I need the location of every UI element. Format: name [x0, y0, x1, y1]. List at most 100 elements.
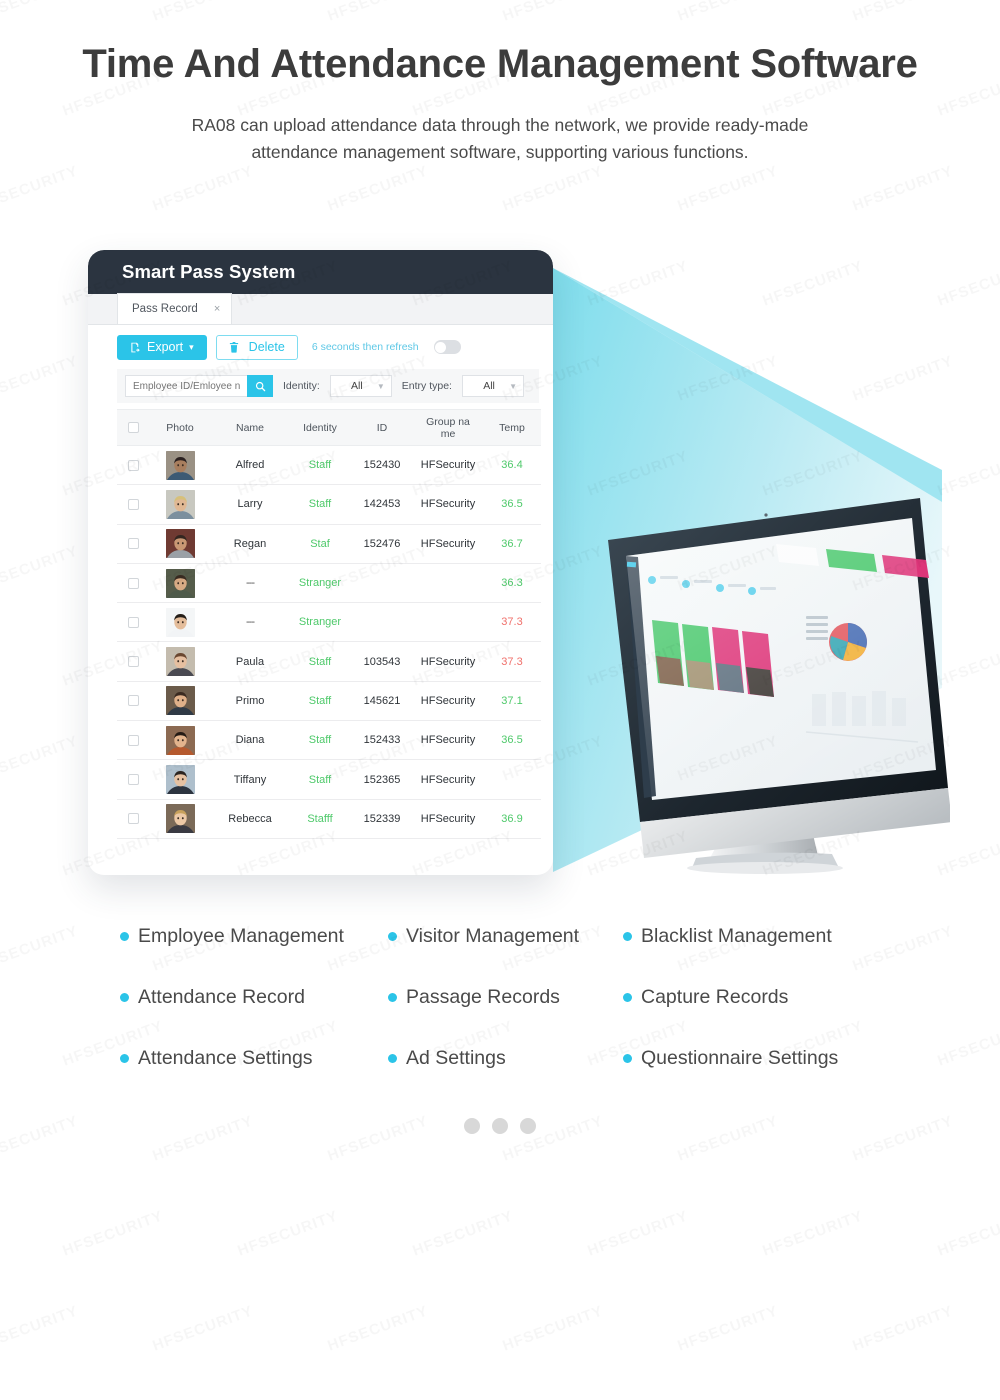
- table-row[interactable]: Diana Staff 152433 HFSecurity 36.5: [117, 721, 541, 761]
- entry-type-filter-label: Entry type:: [401, 380, 452, 392]
- cell-name: Larry: [237, 498, 263, 511]
- feature-item: Ad Settings: [388, 1047, 623, 1070]
- row-checkbox[interactable]: [117, 695, 149, 707]
- export-icon: [131, 342, 140, 352]
- cell-group-name: HFSecurity: [420, 773, 476, 786]
- cell-group-name: HFSecurity: [420, 655, 476, 668]
- pager-dot[interactable]: [492, 1118, 508, 1134]
- feature-label: Employee Management: [138, 925, 344, 947]
- watermark-text: HFSECURITY: [60, 1207, 165, 1259]
- watermark-text: HFSECURITY: [410, 1207, 515, 1259]
- cell-name: Alfred: [235, 459, 265, 472]
- column-header-id: ID: [376, 421, 388, 434]
- cell-identity: Staff: [308, 694, 332, 707]
- watermark-text: HFSECURITY: [0, 542, 81, 594]
- row-checkbox[interactable]: [117, 459, 149, 471]
- row-checkbox[interactable]: [117, 813, 149, 825]
- feature-item: Employee Management: [120, 925, 388, 948]
- row-checkbox[interactable]: [117, 656, 149, 668]
- cell-temp: 36.9: [501, 812, 523, 825]
- cell-temp: 36.7: [501, 537, 523, 550]
- bullet-icon: [388, 993, 397, 1002]
- bullet-icon: [623, 932, 632, 941]
- bullet-icon: [388, 1054, 397, 1063]
- cell-temp: 36.5: [501, 734, 523, 747]
- feature-item: Questionnaire Settings: [623, 1047, 883, 1070]
- column-header-group-name: Group na me: [426, 415, 470, 440]
- bullet-icon: [388, 932, 397, 941]
- feature-label: Visitor Management: [406, 925, 580, 947]
- identity-filter-select[interactable]: All ▼: [329, 375, 392, 397]
- watermark-text: HFSECURITY: [585, 257, 690, 309]
- feature-item: Attendance Settings: [120, 1047, 388, 1070]
- cell-id: 152476: [363, 537, 401, 550]
- bullet-icon: [120, 1054, 129, 1063]
- feature-label: Passage Records: [406, 986, 560, 1008]
- watermark-text: HFSECURITY: [0, 352, 81, 404]
- export-button[interactable]: Export ▾: [117, 334, 207, 360]
- table-row[interactable]: Primo Staff 145621 HFSecurity 37.1: [117, 682, 541, 722]
- feature-item: Capture Records: [623, 986, 883, 1009]
- cell-id: 152430: [363, 459, 401, 472]
- chevron-down-icon: ▼: [509, 381, 517, 391]
- trash-icon: [229, 341, 238, 353]
- search-icon: [255, 381, 265, 391]
- feature-label: Capture Records: [641, 986, 789, 1008]
- close-icon[interactable]: ×: [214, 303, 220, 315]
- watermark-text: HFSECURITY: [0, 922, 81, 974]
- row-checkbox[interactable]: [117, 734, 149, 746]
- table-row[interactable]: --- Stranger 36.3: [117, 564, 541, 604]
- row-checkbox[interactable]: [117, 577, 149, 589]
- table-row[interactable]: --- Stranger 37.3: [117, 603, 541, 643]
- cell-identity: Stranger: [298, 577, 342, 590]
- feature-label: Attendance Settings: [138, 1047, 313, 1069]
- cell-identity: Staff: [308, 734, 332, 747]
- table-row[interactable]: Tiffany Staff 152365 HFSecurity: [117, 760, 541, 800]
- cell-name: Tiffany: [233, 773, 267, 786]
- smart-pass-system-window: Smart Pass System Pass Record × Export ▾…: [88, 250, 553, 875]
- delete-button[interactable]: Delete: [215, 334, 298, 360]
- watermark-text: HFSECURITY: [0, 732, 81, 784]
- column-header-name: Name: [235, 421, 264, 434]
- cell-group-name: HFSecurity: [420, 537, 476, 550]
- watermark-text: HFSECURITY: [0, 162, 81, 214]
- avatar: [165, 725, 195, 755]
- cell-group-name: HFSecurity: [420, 734, 476, 747]
- watermark-text: HFSECURITY: [850, 0, 955, 25]
- table-row[interactable]: Larry Staff 142453 HFSecurity 36.5: [117, 485, 541, 525]
- row-checkbox[interactable]: [117, 538, 149, 550]
- identity-filter-value: All: [350, 380, 363, 392]
- watermark-text: HFSECURITY: [585, 1207, 690, 1259]
- watermark-text: HFSECURITY: [675, 162, 780, 214]
- select-all-checkbox[interactable]: [117, 422, 149, 433]
- avatar: [165, 450, 195, 480]
- tab-pass-record[interactable]: Pass Record ×: [117, 293, 233, 324]
- row-checkbox[interactable]: [117, 616, 149, 628]
- cell-id: 103543: [363, 655, 401, 668]
- bullet-icon: [120, 993, 129, 1002]
- row-checkbox[interactable]: [117, 498, 149, 510]
- table-row[interactable]: Alfred Staff 152430 HFSecurity 36.4: [117, 446, 541, 486]
- avatar: [165, 647, 195, 677]
- watermark-text: HFSECURITY: [935, 1207, 1000, 1259]
- row-checkbox[interactable]: [117, 774, 149, 786]
- table-row[interactable]: Regan Staf 152476 HFSecurity 36.7: [117, 525, 541, 564]
- search-input[interactable]: [125, 375, 247, 397]
- pager-dot[interactable]: [520, 1118, 536, 1134]
- avatar: [165, 765, 195, 795]
- auto-refresh-toggle[interactable]: [433, 340, 461, 354]
- avatar: [165, 489, 195, 519]
- pager-dot[interactable]: [464, 1118, 480, 1134]
- desktop-monitor-illustration: [608, 498, 950, 874]
- delete-label: Delete: [248, 340, 285, 354]
- feature-list: Employee Management Visitor Management Bla…: [120, 925, 880, 1070]
- cell-name: ---: [246, 577, 255, 590]
- table-row[interactable]: Paula Staff 103543 HFSecurity 37.3: [117, 642, 541, 682]
- feature-label: Attendance Record: [138, 986, 305, 1008]
- watermark-text: HFSECURITY: [675, 1302, 780, 1354]
- table-row[interactable]: Rebecca Stafff 152339 HFSecurity 36.9: [117, 800, 541, 839]
- page-subtitle: RA08 can upload attendance data through …: [191, 115, 809, 162]
- feature-item: Blacklist Management: [623, 925, 883, 948]
- entry-type-filter-select[interactable]: All ▼: [461, 375, 524, 397]
- search-button[interactable]: [247, 375, 273, 397]
